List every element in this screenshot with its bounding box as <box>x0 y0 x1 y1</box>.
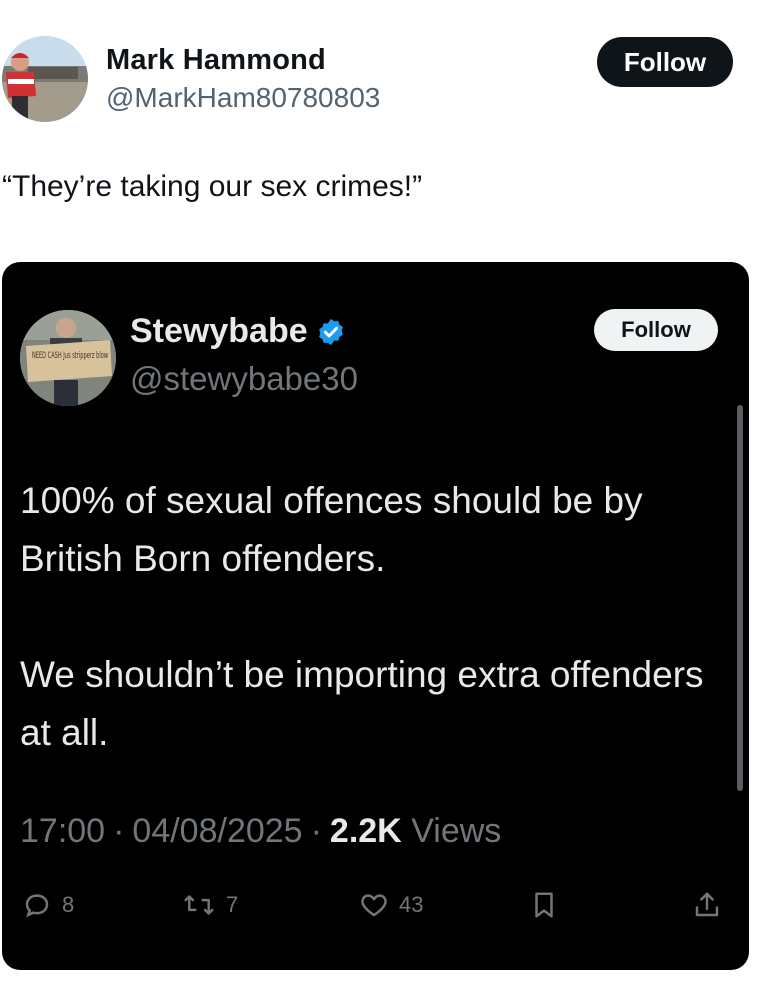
quoted-author-handle[interactable]: @stewybabe30 <box>130 360 358 398</box>
tweet-actions: 8 7 43 <box>2 890 749 940</box>
quoted-author-name-label: Stewybabe <box>130 312 308 350</box>
quoted-avatar[interactable]: NEED CASH Jus stripperz blow <box>20 310 116 406</box>
avatar-sign-text: NEED CASH Jus stripperz blow <box>32 351 108 361</box>
tweet-date[interactable]: 04/08/2025 <box>132 812 302 851</box>
quoted-follow-button[interactable]: Follow <box>594 309 718 351</box>
quoted-paragraph-2: We shouldn’t be importing extra offender… <box>20 654 704 753</box>
quoted-avatar-photo: NEED CASH Jus stripperz blow <box>20 310 116 406</box>
reply-button[interactable]: 8 <box>22 890 74 920</box>
heart-icon <box>361 894 387 917</box>
meta-separator: · <box>113 812 125 850</box>
quoted-tweet-card[interactable]: NEED CASH Jus stripperz blow Stewybabe @… <box>2 262 749 970</box>
share-icon <box>695 892 719 917</box>
reply-count: 8 <box>62 892 75 917</box>
views-count: 2.2K <box>329 812 402 850</box>
bookmark-icon <box>535 892 553 918</box>
meta-separator: · <box>310 812 322 850</box>
retweet-count: 7 <box>226 892 239 917</box>
avatar[interactable] <box>2 36 88 122</box>
scrollbar[interactable] <box>737 405 743 791</box>
retweet-button[interactable]: 7 <box>182 890 238 920</box>
bookmark-button[interactable] <box>530 890 558 920</box>
retweet-icon <box>184 895 214 915</box>
share-button[interactable] <box>692 890 722 920</box>
outer-tweet-header: Mark Hammond @MarkHam80780803 Follow <box>0 0 762 140</box>
author-name[interactable]: Mark Hammond <box>106 44 326 77</box>
author-handle[interactable]: @MarkHam80780803 <box>106 82 380 114</box>
reply-icon <box>25 894 49 918</box>
quoted-author-name[interactable]: Stewybabe <box>130 312 346 351</box>
avatar-photo <box>2 36 88 122</box>
tweet-metadata: 17:00 · 04/08/2025 · 2.2K Views <box>20 812 501 851</box>
like-count: 43 <box>399 892 424 917</box>
verified-badge-icon <box>318 318 343 345</box>
quoted-tweet-text: 100% of sexual offences should be by Bri… <box>20 472 720 762</box>
follow-button[interactable]: Follow <box>597 37 733 87</box>
tweet-text: “They’re taking our sex crimes!” <box>2 170 423 203</box>
views-label: Views <box>411 812 502 850</box>
tweet-time[interactable]: 17:00 <box>20 812 105 851</box>
quoted-paragraph-1: 100% of sexual offences should be by Bri… <box>20 480 643 579</box>
like-button[interactable]: 43 <box>359 890 423 920</box>
